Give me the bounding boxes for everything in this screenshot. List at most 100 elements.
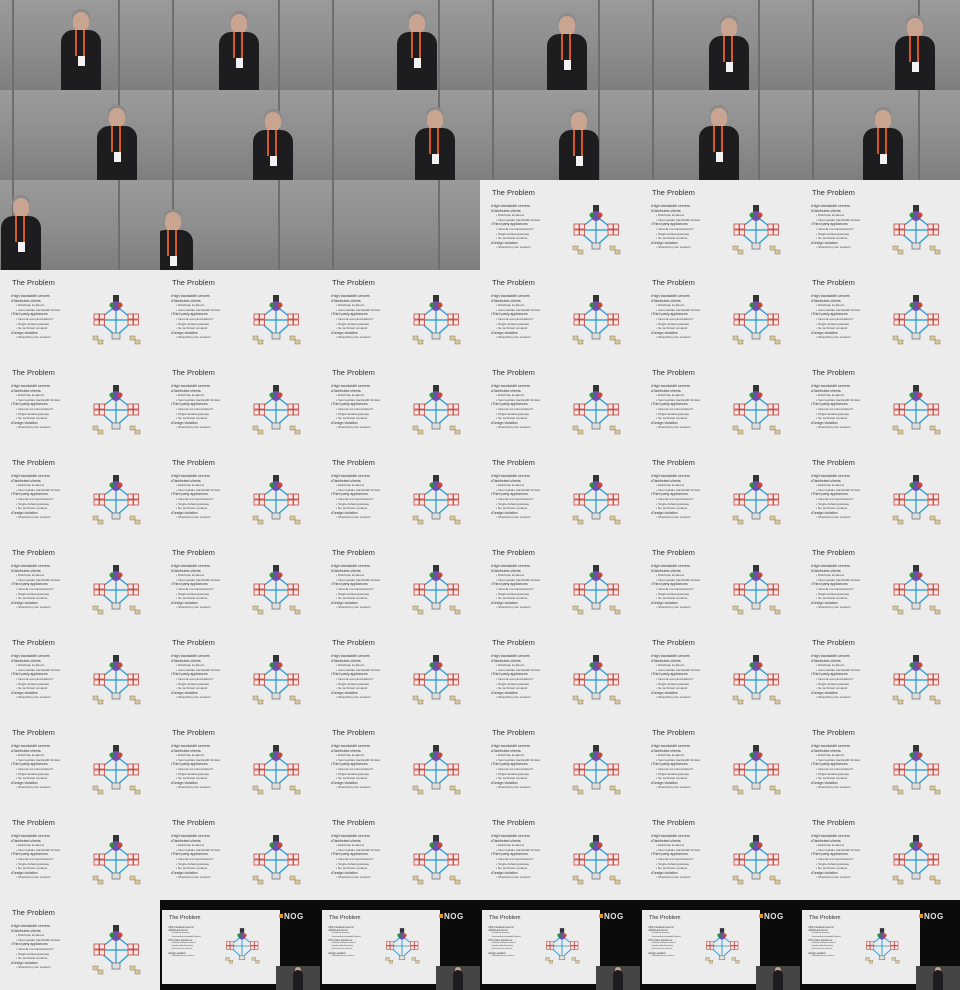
router-icon (767, 589, 774, 596)
frame-mini: The Problem •High bandwidth servers •Distr… (160, 900, 320, 990)
router-icon (933, 499, 939, 506)
router-icon (890, 945, 895, 950)
router-icon (386, 941, 391, 946)
router-icon (733, 493, 740, 500)
client-icon (769, 785, 776, 791)
presenter-head (907, 18, 923, 37)
switch-icon (431, 422, 441, 430)
router-icon (419, 679, 425, 686)
slide-title: The Problem (492, 728, 535, 737)
presenter-body (933, 970, 943, 990)
router-icon (99, 769, 105, 776)
router-icon (613, 403, 619, 410)
router-icon (607, 769, 614, 776)
firewall-icon (909, 752, 915, 758)
network-diagram (412, 475, 461, 525)
appliance-icon (917, 662, 923, 668)
slide-bullets: •High bandwidth servers •Distributed clie… (491, 204, 571, 250)
router-icon (93, 319, 100, 326)
router-icon (259, 763, 265, 770)
wall-panel-seam (758, 90, 760, 180)
appliance-icon (437, 572, 443, 578)
firewall-icon (109, 932, 115, 938)
appliance-icon (403, 933, 407, 938)
presenter-lanyard (75, 30, 85, 56)
appliance-icon (277, 842, 283, 848)
router-icon (573, 673, 580, 680)
client-icon (774, 699, 781, 705)
switch-icon (751, 332, 761, 340)
slide-title: The Problem (492, 278, 535, 287)
router-icon (933, 853, 939, 860)
network-diagram (732, 475, 781, 525)
slide-title: The Problem (172, 548, 215, 557)
client-icon (289, 605, 296, 611)
slide-title: The Problem (172, 278, 215, 287)
client-icon (294, 339, 301, 345)
client-icon (614, 609, 621, 615)
client-icon (769, 875, 776, 881)
slide-bullets: •High bandwidth servers •Distributed clie… (11, 474, 91, 520)
client-icon (252, 695, 259, 701)
wall-panel-seam (492, 0, 494, 90)
client-icon (571, 957, 576, 961)
router-icon (250, 945, 255, 950)
switch-icon (271, 782, 281, 790)
router-icon (127, 493, 134, 500)
wall-panel-seam (172, 0, 174, 90)
client-icon (732, 335, 739, 341)
router-icon (419, 313, 425, 320)
client-icon (737, 339, 744, 345)
client-icon (609, 515, 616, 521)
router-icon (133, 769, 139, 776)
client-icon (134, 519, 141, 525)
frame-person (640, 90, 800, 180)
slide-bullets: •High bandwidth servers •Distributed clie… (811, 654, 891, 700)
router-icon (293, 319, 299, 326)
router-icon (293, 853, 299, 860)
client-icon (929, 875, 936, 881)
sub-bullet: • Should buy two clusters (336, 695, 371, 700)
frame-slide: The Problem •High bandwidth servers •Distr… (0, 270, 160, 360)
frame-person (160, 0, 320, 90)
router-icon (259, 859, 265, 866)
frame-slide: The Problem •High bandwidth servers •Distr… (640, 360, 800, 450)
sub-bullet: • Should buy two clusters (496, 515, 531, 520)
router-icon (573, 763, 580, 770)
network-diagram (572, 205, 621, 255)
router-icon (287, 493, 294, 500)
appliance-icon (117, 392, 123, 398)
router-icon (259, 589, 265, 596)
client-icon (97, 879, 104, 885)
frame-mini: The Problem •High bandwidth servers •Distr… (480, 900, 640, 990)
firewall-icon (909, 212, 915, 218)
router-icon (259, 313, 265, 320)
client-icon (417, 609, 424, 615)
router-icon (773, 229, 779, 236)
client-icon (774, 519, 781, 525)
frame-slide: The Problem •High bandwidth servers •Distr… (0, 630, 160, 720)
router-icon (733, 673, 740, 680)
router-icon (447, 403, 454, 410)
slide-bullets: •High bandwidth servers •Distributed clie… (331, 744, 411, 790)
firewall-icon (909, 572, 915, 578)
router-icon (899, 319, 905, 326)
router-icon (927, 769, 934, 776)
frame-slide: The Problem •High bandwidth servers •Distr… (160, 360, 320, 450)
client-icon (737, 699, 744, 705)
appliance-icon (243, 933, 247, 938)
router-icon (573, 859, 580, 866)
router-icon (447, 499, 454, 506)
client-icon (892, 335, 899, 341)
client-icon (417, 699, 424, 705)
router-icon (894, 945, 899, 950)
client-icon (934, 789, 941, 795)
router-icon (250, 941, 255, 946)
client-icon (897, 879, 904, 885)
client-icon (774, 879, 781, 885)
router-icon (773, 853, 779, 860)
client-icon (92, 335, 99, 341)
client-icon (737, 789, 744, 795)
appliance-icon (597, 842, 603, 848)
client-icon (411, 957, 416, 961)
